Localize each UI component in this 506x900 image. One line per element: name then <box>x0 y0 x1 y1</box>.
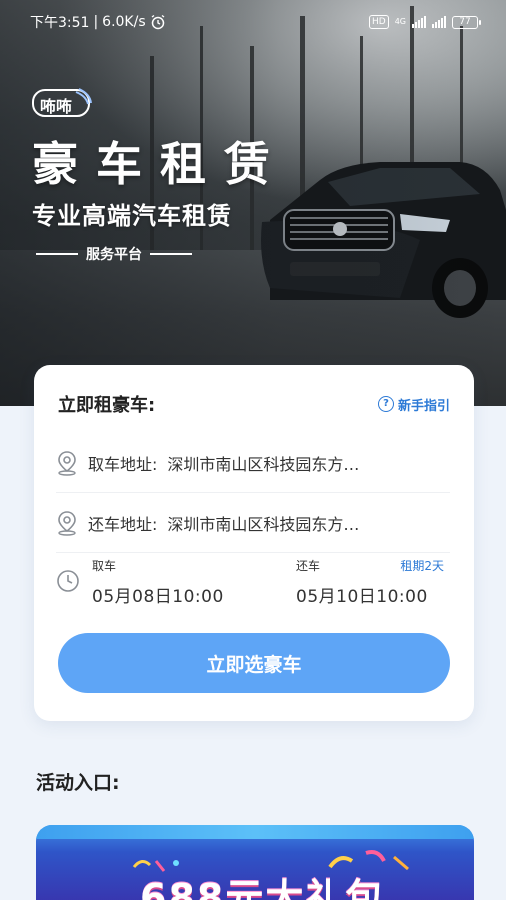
hero-title: 豪车租赁 <box>32 137 288 191</box>
rental-duration: 租期2天 <box>400 559 444 573</box>
status-left: 下午3:51 | 6.0K/s <box>30 12 166 32</box>
pickup-address-label: 取车地址: <box>88 454 158 474</box>
banner-text: 688元大礼包 <box>140 876 386 900</box>
status-speed: 6.0K/s <box>102 14 146 30</box>
tagline-line-right <box>150 253 192 255</box>
tagline-text: 服务平台 <box>86 247 142 263</box>
status-right: HD 4G 77 <box>369 15 481 29</box>
hero-subtitle: 专业高端汽车租赁 <box>32 202 232 230</box>
tagline-line-left <box>36 253 78 255</box>
hd-badge: HD <box>369 15 389 29</box>
guide-label: 新手指引 <box>397 398 450 414</box>
select-car-button[interactable]: 立即选豪车 <box>58 633 450 693</box>
question-icon: ? <box>377 396 394 412</box>
status-time: 下午3:51 <box>30 15 90 31</box>
pickup-time-label: 取车 <box>92 559 117 573</box>
app-logo: 咘咘 <box>32 88 92 118</box>
pickup-address-row[interactable]: 取车地址: 深圳市南山区科技园东方… <box>56 433 450 493</box>
signal-icon <box>412 16 426 28</box>
return-time-value: 05月10日10:00 <box>296 587 428 607</box>
booking-header: 立即租豪车: ? 新手指引 <box>58 391 450 417</box>
activity-title: 活动入口: <box>36 772 120 794</box>
return-address-label: 还车地址: <box>88 514 158 534</box>
battery-icon: 77 <box>452 15 481 29</box>
banner-top-edge <box>36 825 474 839</box>
pickup-address-value: 深圳市南山区科技园东方… <box>167 454 360 474</box>
rental-time-row: 取车 05月08日10:00 还车 05月10日10:00 租期2天 <box>56 557 450 613</box>
location-pin-icon <box>58 450 76 476</box>
pickup-time-value: 05月08日10:00 <box>92 587 224 607</box>
booking-title: 立即租豪车: <box>58 395 156 416</box>
guide-link[interactable]: ? 新手指引 <box>377 395 450 414</box>
promo-banner[interactable]: 688元大礼包 <box>36 825 474 900</box>
network-type: 4G <box>394 17 406 26</box>
status-bar: 下午3:51 | 6.0K/s HD 4G 77 <box>0 0 506 44</box>
alarm-icon <box>151 14 165 30</box>
pickup-time[interactable]: 取车 05月08日10:00 <box>92 557 224 607</box>
return-address-value: 深圳市南山区科技园东方… <box>167 514 360 534</box>
logo-text: 咘咘 <box>40 97 73 116</box>
hero-tagline: 服务平台 <box>36 244 192 264</box>
location-pin-icon <box>58 510 76 536</box>
clock-icon <box>57 570 79 592</box>
status-divider: | <box>93 14 99 30</box>
return-address-row[interactable]: 还车地址: 深圳市南山区科技园东方… <box>56 493 450 553</box>
booking-card: 立即租豪车: ? 新手指引 取车地址: 深圳市南山区科技园东方… 还车地址: 深… <box>34 365 474 721</box>
signal-icon-2 <box>432 16 446 28</box>
